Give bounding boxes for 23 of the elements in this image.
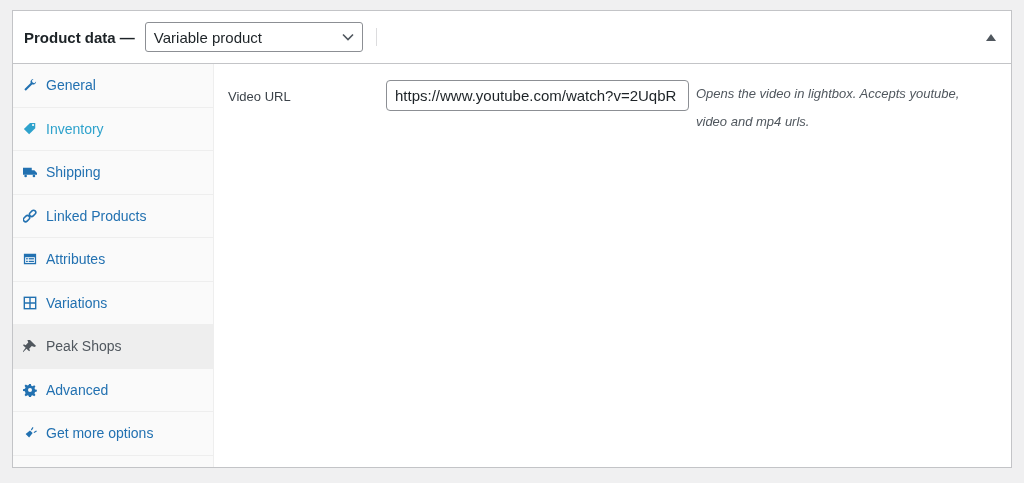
sidebar-tab[interactable]: Advanced <box>13 368 213 412</box>
link-icon <box>23 208 37 223</box>
sidebar-tab[interactable]: Peak Shops <box>13 325 213 369</box>
sidebar-tab[interactable]: Inventory <box>13 107 213 151</box>
wrench-icon <box>23 78 37 93</box>
gear-icon <box>23 382 37 397</box>
truck-icon <box>23 165 37 180</box>
field-description: Opens the video in lightbox. Accepts youtube, video and mp4 urls. <box>696 85 961 131</box>
sidebar-tab[interactable]: Linked Products <box>13 194 213 238</box>
product-type-select[interactable]: Variable product <box>144 22 363 52</box>
pin-icon <box>23 339 37 354</box>
list-icon <box>23 252 37 267</box>
grid-icon <box>23 295 37 310</box>
field-label: Video URL <box>228 88 292 104</box>
sidebar-tab[interactable]: Attributes <box>13 238 213 282</box>
triangle-up-icon[interactable] <box>986 33 996 41</box>
video-url-field[interactable]: https://www.youtube.com/watch?v=2UqbR <box>386 80 689 111</box>
sidebar-tab[interactable]: General <box>13 64 213 108</box>
panel-title: Product data — <box>24 28 135 46</box>
sidebar-tab[interactable]: Shipping <box>13 151 213 195</box>
sidebar-tab[interactable]: Get more options <box>13 412 213 456</box>
tag-icon <box>23 121 37 136</box>
chevron-down-icon <box>341 33 354 41</box>
